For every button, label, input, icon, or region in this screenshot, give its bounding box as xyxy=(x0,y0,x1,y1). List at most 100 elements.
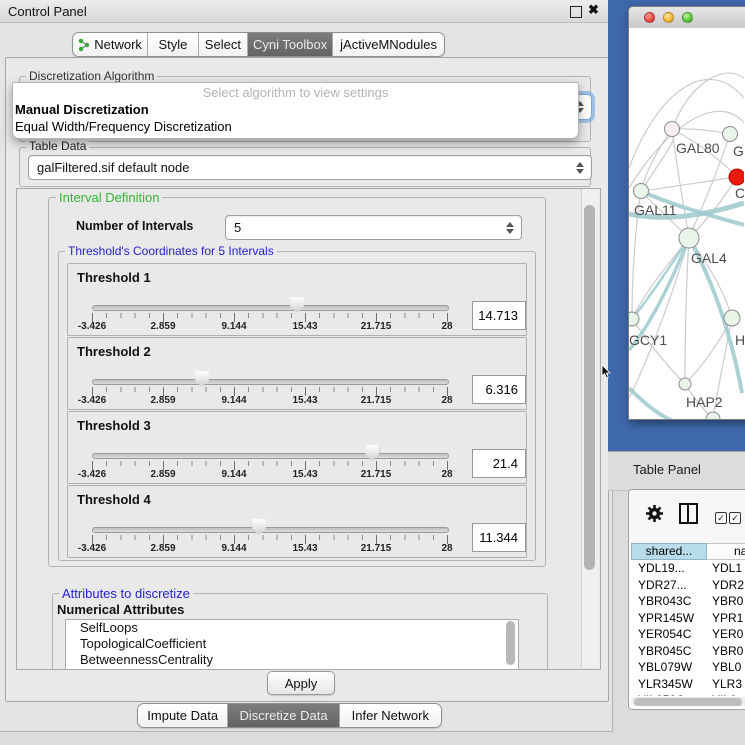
discretization-algorithm-group-label: Discretization Algorithm xyxy=(26,69,157,83)
tab-impute-data[interactable]: Impute Data xyxy=(138,704,228,727)
attribute-list-item[interactable]: SelfLoops xyxy=(66,620,518,636)
attribute-list-item[interactable]: TopologicalCoefficient xyxy=(66,636,518,652)
zoom-traffic-light[interactable] xyxy=(682,12,693,23)
network-node[interactable] xyxy=(723,127,738,142)
algorithm-item-manual[interactable]: Manual Discretization xyxy=(13,102,578,119)
column-header-shared-name[interactable]: shared... xyxy=(631,543,707,560)
apply-button[interactable]: Apply xyxy=(267,671,335,695)
cell-name[interactable]: YBR0 xyxy=(707,594,745,608)
network-canvas[interactable]: GAL80GACGAL11GAL4GCY1HHAP2 xyxy=(629,28,745,420)
table-hscrollbar-thumb[interactable] xyxy=(634,698,742,706)
interval-definition-label: Interval Definition xyxy=(56,190,162,205)
table-row[interactable]: YLR345WYLR3 xyxy=(631,676,745,693)
checkbox-icon-2[interactable]: ✓ xyxy=(729,512,741,524)
threshold-value-field[interactable]: 11.344 xyxy=(472,523,526,552)
checkbox-icon-1[interactable]: ✓ xyxy=(715,512,727,524)
slider-major-ticks xyxy=(92,461,449,470)
network-window-titlebar[interactable] xyxy=(629,7,745,29)
table-data-group-label: Table Data xyxy=(26,139,89,153)
algorithm-placeholder-item[interactable]: Select algorithm to view settings xyxy=(13,83,578,102)
network-edge[interactable] xyxy=(641,177,737,191)
network-edge[interactable] xyxy=(672,73,744,129)
cell-shared-name[interactable]: YBL079W xyxy=(631,660,707,674)
cell-shared-name[interactable]: YIL052C xyxy=(631,693,707,696)
minimize-traffic-light[interactable] xyxy=(663,12,674,23)
table-row[interactable]: YBR045CYBR0 xyxy=(631,643,745,660)
cell-shared-name[interactable]: YDR27... xyxy=(631,578,707,592)
tab-style[interactable]: Style xyxy=(148,33,198,56)
network-edge-highlighted[interactable] xyxy=(632,238,689,319)
table-hscrollbar-track[interactable] xyxy=(631,697,745,706)
slider-tick-label: 9.144 xyxy=(221,321,246,332)
cell-shared-name[interactable]: YLR345W xyxy=(631,677,707,691)
cell-shared-name[interactable]: YPR145W xyxy=(631,611,707,625)
cell-shared-name[interactable]: YBR045C xyxy=(631,644,707,658)
table-row[interactable]: YBR043CYBR0 xyxy=(631,593,745,610)
tab-select[interactable]: Select xyxy=(199,33,248,56)
network-edge[interactable] xyxy=(685,238,689,384)
number-of-intervals-value: 5 xyxy=(234,220,241,235)
network-node[interactable] xyxy=(724,310,740,326)
cell-name[interactable]: YPR1 xyxy=(707,611,745,625)
network-node[interactable] xyxy=(629,312,639,326)
network-node-label: GA xyxy=(733,143,744,159)
tab-discretize-data[interactable]: Discretize Data xyxy=(228,704,339,727)
cell-name[interactable]: YIL0 xyxy=(707,693,745,696)
cell-shared-name[interactable]: YDL19... xyxy=(631,561,707,575)
network-edge-highlighted[interactable] xyxy=(629,388,673,420)
threshold-value-field[interactable]: 6.316 xyxy=(472,375,526,404)
top-tab-bar: Network Style Select Cyni Toolbox jActiv… xyxy=(72,32,445,57)
network-node[interactable] xyxy=(665,122,680,137)
cell-name[interactable]: YBL0 xyxy=(707,660,745,674)
slider-tick-label: -3.426 xyxy=(78,395,106,406)
cell-name[interactable]: YDR2 xyxy=(707,578,745,592)
numerical-attributes-list[interactable]: SelfLoopsTopologicalCoefficientBetweenne… xyxy=(65,619,519,670)
cell-shared-name[interactable]: YBR043C xyxy=(631,594,707,608)
threshold-panel: Threshold 2-3.4262.8599.14415.4321.71528… xyxy=(67,337,527,410)
number-of-intervals-combobox[interactable]: 5 xyxy=(225,215,522,240)
slider-track[interactable] xyxy=(92,305,449,311)
cell-shared-name[interactable]: YER054C xyxy=(631,627,707,641)
show-columns-icon[interactable] xyxy=(679,503,698,524)
table-row[interactable]: YDR27...YDR2 xyxy=(631,577,745,594)
slider-tick-label: 21.715 xyxy=(361,395,392,406)
tab-network[interactable]: Network xyxy=(73,33,148,56)
cell-name[interactable]: YDL1 xyxy=(707,561,745,575)
table-toolbar: ✓ ✓ xyxy=(629,490,745,543)
close-traffic-light[interactable] xyxy=(644,12,655,23)
network-node[interactable] xyxy=(634,184,649,199)
settings-scrollbar-thumb[interactable] xyxy=(584,205,595,570)
gear-icon[interactable] xyxy=(645,504,664,523)
float-window-icon[interactable] xyxy=(570,6,582,18)
slider-tick-label: 15.43 xyxy=(292,543,317,554)
table-row[interactable]: YPR145WYPR1 xyxy=(631,610,745,627)
threshold-value-field[interactable]: 14.713 xyxy=(472,301,526,330)
network-edge[interactable] xyxy=(641,129,674,191)
slider-tick-label: 15.43 xyxy=(292,469,317,480)
cell-name[interactable]: YER0 xyxy=(707,627,745,641)
table-data-combobox[interactable]: galFiltered.sif default node xyxy=(28,155,592,180)
tab-jactivemnodules[interactable]: jActiveMNodules xyxy=(333,33,444,56)
tab-infer-network[interactable]: Infer Network xyxy=(340,704,441,727)
cell-name[interactable]: YBR0 xyxy=(707,644,745,658)
algorithm-item-equal-width[interactable]: Equal Width/Frequency Discretization xyxy=(13,119,578,136)
slider-track[interactable] xyxy=(92,379,449,385)
column-header-name[interactable]: name xyxy=(707,543,745,560)
close-icon[interactable]: ✖ xyxy=(588,2,599,18)
table-row[interactable]: YER054CYER0 xyxy=(631,626,745,643)
network-node[interactable] xyxy=(679,378,691,390)
network-node[interactable] xyxy=(729,169,744,185)
table-row[interactable]: YBL079WYBL0 xyxy=(631,659,745,676)
slider-track[interactable] xyxy=(92,453,449,459)
threshold-label: Threshold 4 xyxy=(77,492,151,507)
table-row[interactable]: YIL052CYIL0 xyxy=(631,692,745,696)
network-node[interactable] xyxy=(679,228,699,248)
cell-name[interactable]: YLR3 xyxy=(707,677,745,691)
tab-cyni-toolbox[interactable]: Cyni Toolbox xyxy=(248,33,333,56)
attribute-list-item[interactable]: BetweennessCentrality xyxy=(66,652,518,668)
table-row[interactable]: YDL19...YDL1 xyxy=(631,560,745,577)
slider-track[interactable] xyxy=(92,527,449,533)
attributes-list-scrollbar-thumb[interactable] xyxy=(506,621,515,665)
threshold-value-field[interactable]: 21.4 xyxy=(472,449,526,478)
network-node-label: GAL80 xyxy=(676,140,720,156)
